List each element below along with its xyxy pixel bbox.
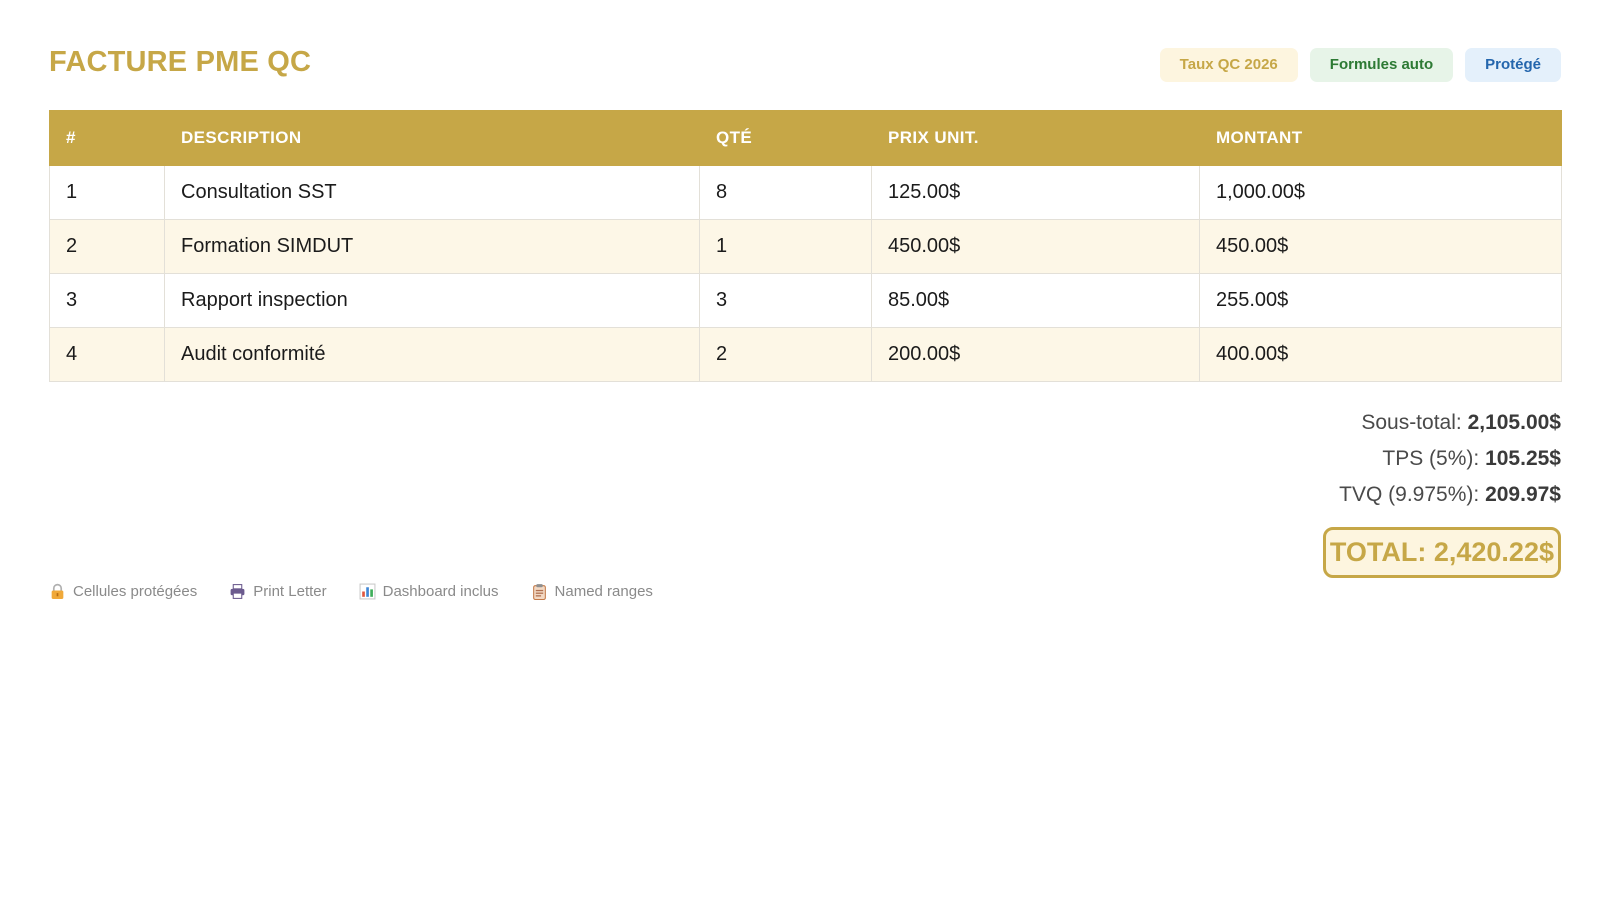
cell-number[interactable]: 2 (49, 219, 165, 274)
table-header-row: # DESCRIPTION QTÉ PRIX UNIT. MONTANT (49, 110, 1562, 166)
cell-description[interactable]: Consultation SST (164, 165, 700, 220)
cell-number[interactable]: 3 (49, 273, 165, 328)
invoice-header: FACTURE PME QC Taux QC 2026 Formules aut… (49, 42, 1561, 86)
column-header-quantity[interactable]: QTÉ (699, 110, 872, 166)
bar-chart-icon (359, 583, 376, 600)
footer-item-named-ranges: Named ranges (531, 583, 653, 600)
footer-item-dashboard: Dashboard inclus (359, 583, 499, 600)
subtotal-label: Sous-total: (1361, 411, 1462, 434)
tps-value: 105.25$ (1485, 447, 1561, 470)
cell-description[interactable]: Formation SIMDUT (164, 219, 700, 274)
table-row: 4 Audit conformité 2 200.00$ 400.00$ (49, 327, 1562, 382)
column-header-description[interactable]: DESCRIPTION (164, 110, 700, 166)
cell-quantity[interactable]: 3 (699, 273, 872, 328)
table-row: 2 Formation SIMDUT 1 450.00$ 450.00$ (49, 219, 1562, 274)
printer-icon (230, 584, 245, 599)
badge-auto-formulas: Formules auto (1309, 48, 1454, 82)
cell-description[interactable]: Audit conformité (164, 327, 700, 382)
cell-quantity[interactable]: 1 (699, 219, 872, 274)
cell-description[interactable]: Rapport inspection (164, 273, 700, 328)
footer-item-protected-cells: Cellules protégées (49, 583, 197, 600)
footer-label: Cellules protégées (73, 583, 198, 600)
totals-section: Sous-total: 2,105.00$ TPS (5%): 105.25$ … (1322, 405, 1561, 578)
badge-protected: Protégé (1465, 48, 1561, 82)
invoice-table-container: # DESCRIPTION QTÉ PRIX UNIT. MONTANT 1 C… (49, 110, 1562, 382)
column-header-amount[interactable]: MONTANT (1199, 110, 1562, 166)
cell-unit-price[interactable]: 125.00$ (871, 165, 1200, 220)
footer-label: Dashboard inclus (382, 583, 499, 600)
tps-line: TPS (5%): 105.25$ (1323, 441, 1561, 477)
footer-label: Named ranges (554, 583, 653, 600)
cell-amount[interactable]: 255.00$ (1199, 273, 1562, 328)
tvq-label: TVQ (9.975%): (1339, 483, 1480, 506)
cell-unit-price[interactable]: 450.00$ (871, 219, 1200, 274)
column-header-unit-price[interactable]: PRIX UNIT. (871, 110, 1200, 166)
badge-tax-rate: Taux QC 2026 (1159, 48, 1298, 82)
tvq-value: 209.97$ (1485, 483, 1561, 506)
subtotal-value: 2,105.00$ (1467, 411, 1561, 434)
footer-item-print-letter: Print Letter (229, 583, 327, 600)
cell-amount[interactable]: 450.00$ (1199, 219, 1562, 274)
cell-unit-price[interactable]: 85.00$ (871, 273, 1200, 328)
clipboard-icon (532, 584, 546, 600)
table-row: 3 Rapport inspection 3 85.00$ 255.00$ (49, 273, 1562, 328)
lock-icon (51, 583, 64, 599)
tvq-line: TVQ (9.975%): 209.97$ (1323, 477, 1561, 513)
grand-total: TOTAL: 2,420.22$ (1322, 527, 1561, 578)
feature-footer: Cellules protégées Print Letter Dashboar… (49, 583, 653, 600)
badge-group: Taux QC 2026 Formules auto Protégé (1159, 48, 1561, 82)
subtotal-line: Sous-total: 2,105.00$ (1323, 405, 1561, 441)
page-title: FACTURE PME QC (49, 46, 312, 78)
cell-quantity[interactable]: 8 (699, 165, 872, 220)
cell-amount[interactable]: 400.00$ (1199, 327, 1562, 382)
column-header-number[interactable]: # (49, 110, 165, 166)
cell-number[interactable]: 4 (49, 327, 165, 382)
cell-unit-price[interactable]: 200.00$ (871, 327, 1200, 382)
table-row: 1 Consultation SST 8 125.00$ 1,000.00$ (49, 165, 1562, 220)
tps-label: TPS (5%): (1382, 447, 1480, 470)
footer-label: Print Letter (253, 583, 327, 600)
cell-amount[interactable]: 1,000.00$ (1199, 165, 1562, 220)
invoice-table: # DESCRIPTION QTÉ PRIX UNIT. MONTANT 1 C… (49, 110, 1562, 382)
cell-quantity[interactable]: 2 (699, 327, 872, 382)
cell-number[interactable]: 1 (49, 165, 165, 220)
